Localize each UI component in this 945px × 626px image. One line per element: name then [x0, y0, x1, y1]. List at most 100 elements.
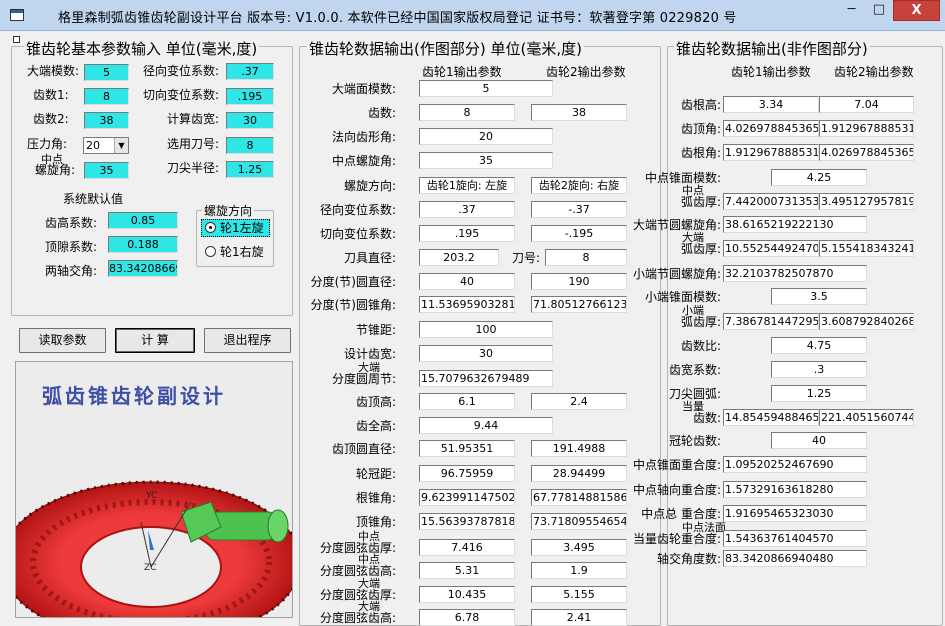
face-width-input[interactable]: 30 — [226, 112, 274, 129]
module-input[interactable]: 5 — [84, 64, 129, 81]
gear1-value[interactable]: 5 — [419, 80, 553, 97]
gear1-value[interactable]: 4.02697884536510 — [723, 120, 819, 137]
gear1-value[interactable]: 3.5 — [771, 288, 867, 305]
gear2-value[interactable]: -.195 — [531, 225, 627, 242]
gear1-value[interactable]: 38.6165219222130 — [723, 216, 867, 233]
teeth1-input[interactable]: 8 — [84, 88, 129, 105]
tip-radius-input[interactable]: 1.25 — [226, 161, 274, 178]
gear1-value[interactable]: 7.44200073135380 — [723, 193, 819, 210]
gear1-value[interactable]: 14.8545948846500 — [723, 409, 819, 426]
gear1-value[interactable]: 100 — [419, 321, 553, 338]
gear1-value[interactable]: 9.44 — [419, 417, 553, 434]
teeth2-input[interactable]: 38 — [84, 112, 129, 129]
gear1-value[interactable]: 5.31 — [419, 562, 515, 579]
gear1-value[interactable]: 10.5525449247070 — [723, 240, 819, 257]
field-label: 两轴交角: — [45, 264, 98, 278]
addendum-coeff-input[interactable]: 0.85 — [108, 212, 178, 229]
gear1-value[interactable]: 4.25 — [771, 169, 867, 186]
row-label: 齿数: — [367, 106, 396, 120]
gear2-value[interactable]: 5.155 — [531, 586, 627, 603]
gear1-value[interactable]: 7.416 — [419, 539, 515, 556]
gear1-value[interactable]: 1.57329163618280 — [723, 481, 867, 498]
close-button[interactable]: X — [893, 0, 940, 21]
gear2-value[interactable]: 7.04 — [819, 96, 914, 113]
gear1-value[interactable]: 32.2103782507870 — [723, 265, 867, 282]
row-label-top: 当量 — [682, 400, 704, 413]
radio-right-hand[interactable] — [205, 246, 216, 257]
row-label: 刀具直径: — [343, 251, 396, 265]
gear1-value[interactable]: .37 — [419, 201, 515, 218]
gear1-value[interactable]: 15.5639378781800 — [419, 513, 515, 530]
gear1-value[interactable]: 1.09520252467690 — [723, 456, 867, 473]
gear2-value[interactable]: 3.49512795781940 — [819, 193, 914, 210]
gear1-value[interactable]: 83.3420866940480 — [723, 550, 867, 567]
gear2-value[interactable]: 1.91296788853132 — [819, 120, 914, 137]
gear2-value[interactable]: -.37 — [531, 201, 627, 218]
minimize-button[interactable]: ─ — [838, 0, 865, 21]
gear2-value[interactable]: 3.495 — [531, 539, 627, 556]
gear2-value[interactable]: 8 — [545, 249, 627, 266]
gear2-value[interactable]: 齿轮2旋向: 右旋 — [531, 177, 627, 194]
field-label: 齿数2: — [33, 112, 69, 126]
gear2-value[interactable]: 2.4 — [531, 393, 627, 410]
chevron-down-icon[interactable]: ▼ — [114, 138, 128, 153]
row-label-top: 中点 — [358, 530, 380, 543]
gear1-value[interactable]: 齿轮1旋向: 左旋 — [419, 177, 515, 194]
maximize-button[interactable]: □ — [866, 0, 892, 21]
gear1-value[interactable]: 6.1 — [419, 393, 515, 410]
field-label: 刀尖半径: — [167, 161, 220, 175]
radio-left-hand[interactable] — [205, 222, 216, 233]
row-label: 节锥距: — [355, 323, 396, 337]
gear1-value[interactable]: 9.62399114750227 — [419, 489, 515, 506]
gear2-value[interactable]: 190 — [531, 273, 627, 290]
gear1-value[interactable]: .3 — [771, 361, 867, 378]
gear2-value[interactable]: 28.94499 — [531, 465, 627, 482]
gear1-value[interactable]: 1.91695465323030 — [723, 505, 867, 522]
gear2-value[interactable]: 67.7781488158684 — [531, 489, 627, 506]
row-label: 大端面模数: — [331, 82, 396, 96]
tangential-shift-input[interactable]: .195 — [226, 88, 274, 105]
gear1-value[interactable]: 10.435 — [419, 586, 515, 603]
gear1-value[interactable]: 20 — [419, 128, 553, 145]
gear1-value[interactable]: 96.75959 — [419, 465, 515, 482]
gear1-value[interactable]: 1.91296788853132 — [723, 144, 819, 161]
gear1-value[interactable]: 1.54363761404570 — [723, 530, 867, 547]
gear1-value[interactable]: 7.38678144729540 — [723, 313, 819, 330]
gear2-value[interactable]: 38 — [531, 104, 627, 121]
row-label: 分度(节)圆锥角: — [310, 298, 396, 312]
gear1-value[interactable]: 203.2 — [419, 249, 499, 266]
gear1-value[interactable]: 11.5369590328155 — [419, 296, 515, 313]
gear1-value[interactable]: 35 — [419, 152, 553, 169]
field-label: 切向变位系数: — [143, 88, 220, 102]
radial-shift-input[interactable]: .37 — [226, 63, 274, 80]
gear1-value[interactable]: 4.75 — [771, 337, 867, 354]
calculate-button[interactable]: 计 算 — [115, 328, 195, 353]
gear2-value[interactable]: 191.4988 — [531, 440, 627, 457]
gear2-value[interactable]: 1.9 — [531, 562, 627, 579]
gear2-value[interactable]: 73.7180955465464 — [531, 513, 627, 530]
exit-button[interactable]: 退出程序 — [204, 328, 291, 353]
shaft-angle-input[interactable]: 83.34208669 — [108, 260, 178, 277]
field-label: 计算齿宽: — [167, 112, 220, 126]
gear2-value[interactable]: 4.02697884536510 — [819, 144, 914, 161]
clearance-coeff-input[interactable]: 0.188 — [108, 236, 178, 253]
gear1-value[interactable]: 30 — [419, 345, 553, 362]
gear2-value[interactable]: 221.405156074400 — [819, 409, 914, 426]
gear1-value[interactable]: 51.95351 — [419, 440, 515, 457]
read-params-button[interactable]: 读取参数 — [19, 328, 106, 353]
gear2-value[interactable]: 3.60879284026880 — [819, 313, 914, 330]
gear2-value[interactable]: 5.15541834324110 — [819, 240, 914, 257]
cutter-number-input[interactable]: 8 — [226, 137, 274, 154]
gear1-value[interactable]: 3.34 — [723, 96, 819, 113]
gear2-value[interactable]: 71.8051276612333 — [531, 296, 627, 313]
gear1-value[interactable]: 40 — [771, 432, 867, 449]
gear1-value[interactable]: 8 — [419, 104, 515, 121]
gear1-value[interactable]: 15.7079632679489 — [419, 370, 553, 387]
spiral-angle-input[interactable]: 35 — [84, 162, 129, 179]
gear1-value[interactable]: 40 — [419, 273, 515, 290]
field-label: 压力角: — [27, 137, 68, 151]
app-icon[interactable] — [10, 9, 24, 21]
pressure-angle-select[interactable]: 20 ▼ — [83, 137, 129, 154]
gear1-value[interactable]: .195 — [419, 225, 515, 242]
gear1-value[interactable]: 1.25 — [771, 385, 867, 402]
